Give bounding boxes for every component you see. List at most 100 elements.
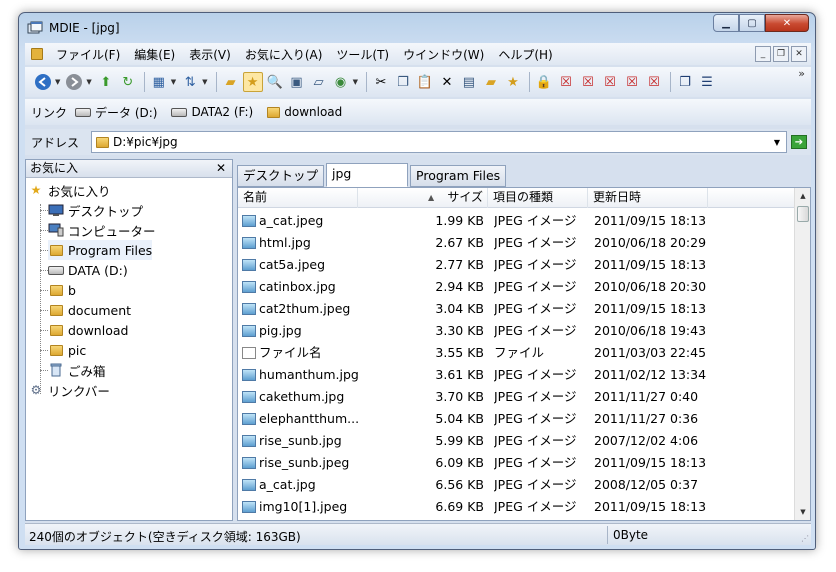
table-row[interactable]: cat5a.jpeg 2.77 KB JPEG イメージ 2011/09/15 18:… <box>238 254 793 276</box>
toolbar-overflow-icon[interactable]: » <box>798 67 805 80</box>
file-date-cell: 2011/11/27 0:36 <box>594 411 699 426</box>
tree-item-download[interactable]: download <box>48 320 128 340</box>
forward-dropdown[interactable]: ▼ <box>86 78 91 86</box>
scroll-down-icon[interactable]: ▼ <box>795 504 810 520</box>
table-row[interactable]: rise_sunb.jpeg 6.09 KB JPEG イメージ 2011/09/15… <box>238 452 793 474</box>
tree-item-document[interactable]: document <box>48 300 131 320</box>
address-dropdown-icon[interactable]: ▼ <box>774 138 780 147</box>
link-data-drive[interactable]: データ (D:) <box>75 104 157 121</box>
favorite-add-icon[interactable]: ★ <box>503 72 523 92</box>
tree-item-program-files[interactable]: Program Files <box>48 240 153 260</box>
new-folder-icon[interactable]: ▰ <box>481 72 501 92</box>
menu-favorites[interactable]: お気に入り(A) <box>238 46 330 63</box>
forward-icon[interactable] <box>64 72 84 92</box>
table-row[interactable]: elephantthum... 5.04 KB JPEG イメージ 2011/11/2… <box>238 408 793 430</box>
tile-icon[interactable]: ☰ <box>697 72 717 92</box>
cut-icon[interactable]: ✂ <box>371 72 391 92</box>
paste-icon[interactable]: 📋 <box>415 72 435 92</box>
mdi-minimize-button[interactable]: _ <box>755 46 771 62</box>
file-type-cell: JPEG イメージ <box>494 499 577 514</box>
close-others-icon[interactable]: ☒ <box>600 72 620 92</box>
lock-icon[interactable]: 🔒 <box>534 72 554 92</box>
tree-item-pic[interactable]: pic <box>48 340 86 360</box>
vertical-scrollbar[interactable]: ▲ ▼ <box>794 188 810 520</box>
file-name-cell: ファイル名 <box>242 342 366 364</box>
column-type[interactable]: 項目の種類 <box>488 188 588 208</box>
tab-program-files[interactable]: Program Files <box>410 165 507 187</box>
table-row[interactable]: cat2thum.jpeg 3.04 KB JPEG イメージ 2011/09/15 … <box>238 298 793 320</box>
view-mode-dropdown[interactable]: ▼ <box>171 78 176 86</box>
table-row[interactable]: humanthum.jpg 3.61 KB JPEG イメージ 2011/02/12 … <box>238 364 793 386</box>
close-button[interactable]: ✕ <box>765 14 809 32</box>
refresh-icon[interactable]: ↻ <box>118 72 138 92</box>
preview-icon[interactable]: ▣ <box>287 72 307 92</box>
eraser-icon[interactable]: ▱ <box>309 72 329 92</box>
link-download[interactable]: download <box>267 105 342 119</box>
tree-item-linkbar[interactable]: ⚙ リンクバー <box>28 380 110 400</box>
menu-view[interactable]: 表示(V) <box>182 46 238 63</box>
title-bar[interactable]: MDIE - [jpg] ▁ ▢ ✕ <box>19 13 815 43</box>
file-icon <box>242 346 256 359</box>
back-icon[interactable] <box>33 72 53 92</box>
folder-icon[interactable]: ▰ <box>221 72 241 92</box>
tree-item-favorites[interactable]: ★ お気に入り <box>28 180 111 200</box>
close-right-icon[interactable]: ☒ <box>644 72 664 92</box>
menu-window[interactable]: ウインドウ(W) <box>396 46 491 63</box>
links-bar: リンク データ (D:) DATA2 (F:) download <box>25 99 811 125</box>
table-row[interactable]: html.jpg 2.67 KB JPEG イメージ 2010/06/18 20:29 <box>238 232 793 254</box>
view-mode-icon[interactable]: ▦ <box>149 72 169 92</box>
scroll-up-icon[interactable]: ▲ <box>795 188 810 204</box>
copy-icon[interactable]: ❐ <box>393 72 413 92</box>
table-row[interactable]: a_cat.jpg 6.56 KB JPEG イメージ 2008/12/05 0:37 <box>238 474 793 496</box>
menu-help[interactable]: ヘルプ(H) <box>491 46 559 63</box>
file-date-cell: 2011/09/15 18:13 <box>594 455 707 470</box>
menu-tools[interactable]: ツール(T) <box>329 46 396 63</box>
close-window-icon[interactable]: ☒ <box>556 72 576 92</box>
tree-item-b[interactable]: b <box>48 280 76 300</box>
file-date-cell: 2011/03/03 22:45 <box>594 345 707 360</box>
tree-item-desktop[interactable]: デスクトップ <box>48 200 143 220</box>
column-size[interactable]: サイズ <box>358 188 488 208</box>
tab-jpg[interactable]: jpg <box>326 163 409 187</box>
sort-dropdown[interactable]: ▼ <box>202 78 207 86</box>
tree-item-recycle-bin[interactable]: ごみ箱 <box>48 360 106 380</box>
go-arrow-icon[interactable]: ➔ <box>791 135 807 149</box>
delete-icon[interactable]: ✕ <box>437 72 457 92</box>
table-row[interactable]: ファイル名 3.55 KB ファイル 2011/03/03 22:45 <box>238 342 793 364</box>
maximize-button[interactable]: ▢ <box>739 14 765 32</box>
tab-desktop[interactable]: デスクトップ <box>237 165 325 187</box>
address-input[interactable]: D:¥pic¥jpg ▼ <box>91 131 787 153</box>
properties-icon[interactable]: ▤ <box>459 72 479 92</box>
table-row[interactable]: img10[1].jpeg 6.69 KB JPEG イメージ 2011/09/15 … <box>238 496 793 518</box>
mdi-close-button[interactable]: ✕ <box>791 46 807 62</box>
scroll-thumb[interactable] <box>797 206 809 222</box>
column-date[interactable]: 更新日時 <box>588 188 708 208</box>
mdi-restore-button[interactable]: ❐ <box>773 46 789 62</box>
search-icon[interactable]: 🔍 <box>265 72 285 92</box>
menu-file[interactable]: ファイル(F) <box>49 46 127 63</box>
table-row[interactable]: catinbox.jpg 2.94 KB JPEG イメージ 2010/06/18 2… <box>238 276 793 298</box>
table-row[interactable]: rise_sunb.jpg 5.99 KB JPEG イメージ 2007/12/02 … <box>238 430 793 452</box>
table-row[interactable]: pig.jpg 3.30 KB JPEG イメージ 2010/06/18 19:43 <box>238 320 793 342</box>
close-icon[interactable]: ✕ <box>216 160 226 177</box>
globe-icon[interactable]: ◉ <box>331 72 351 92</box>
cascade-icon[interactable]: ❐ <box>675 72 695 92</box>
globe-dropdown[interactable]: ▼ <box>353 78 358 86</box>
table-row[interactable]: a_cat.jpeg 1.99 KB JPEG イメージ 2011/09/15 18:… <box>238 210 793 232</box>
sort-icon[interactable]: ⇅ <box>180 72 200 92</box>
tree-item-computer[interactable]: コンピューター <box>48 220 156 240</box>
file-size-cell: 5.04 KB <box>435 411 484 426</box>
favorites-star-icon[interactable]: ★ <box>242 72 263 92</box>
close-all-icon[interactable]: ☒ <box>578 72 598 92</box>
link-data2-drive[interactable]: DATA2 (F:) <box>171 105 253 119</box>
back-dropdown[interactable]: ▼ <box>55 78 60 86</box>
menu-edit[interactable]: 編集(E) <box>127 46 182 63</box>
close-left-icon[interactable]: ☒ <box>622 72 642 92</box>
table-row[interactable]: cakethum.jpg 3.70 KB JPEG イメージ 2011/11/27 0… <box>238 386 793 408</box>
resize-grip-icon[interactable]: ⋰ <box>801 534 809 543</box>
tree-item-data-drive[interactable]: DATA (D:) <box>48 260 128 280</box>
minimize-button[interactable]: ▁ <box>713 14 739 32</box>
up-folder-icon[interactable]: ⬆ <box>96 72 116 92</box>
column-name[interactable]: 名前 <box>238 188 358 208</box>
drive-icon <box>48 263 64 277</box>
